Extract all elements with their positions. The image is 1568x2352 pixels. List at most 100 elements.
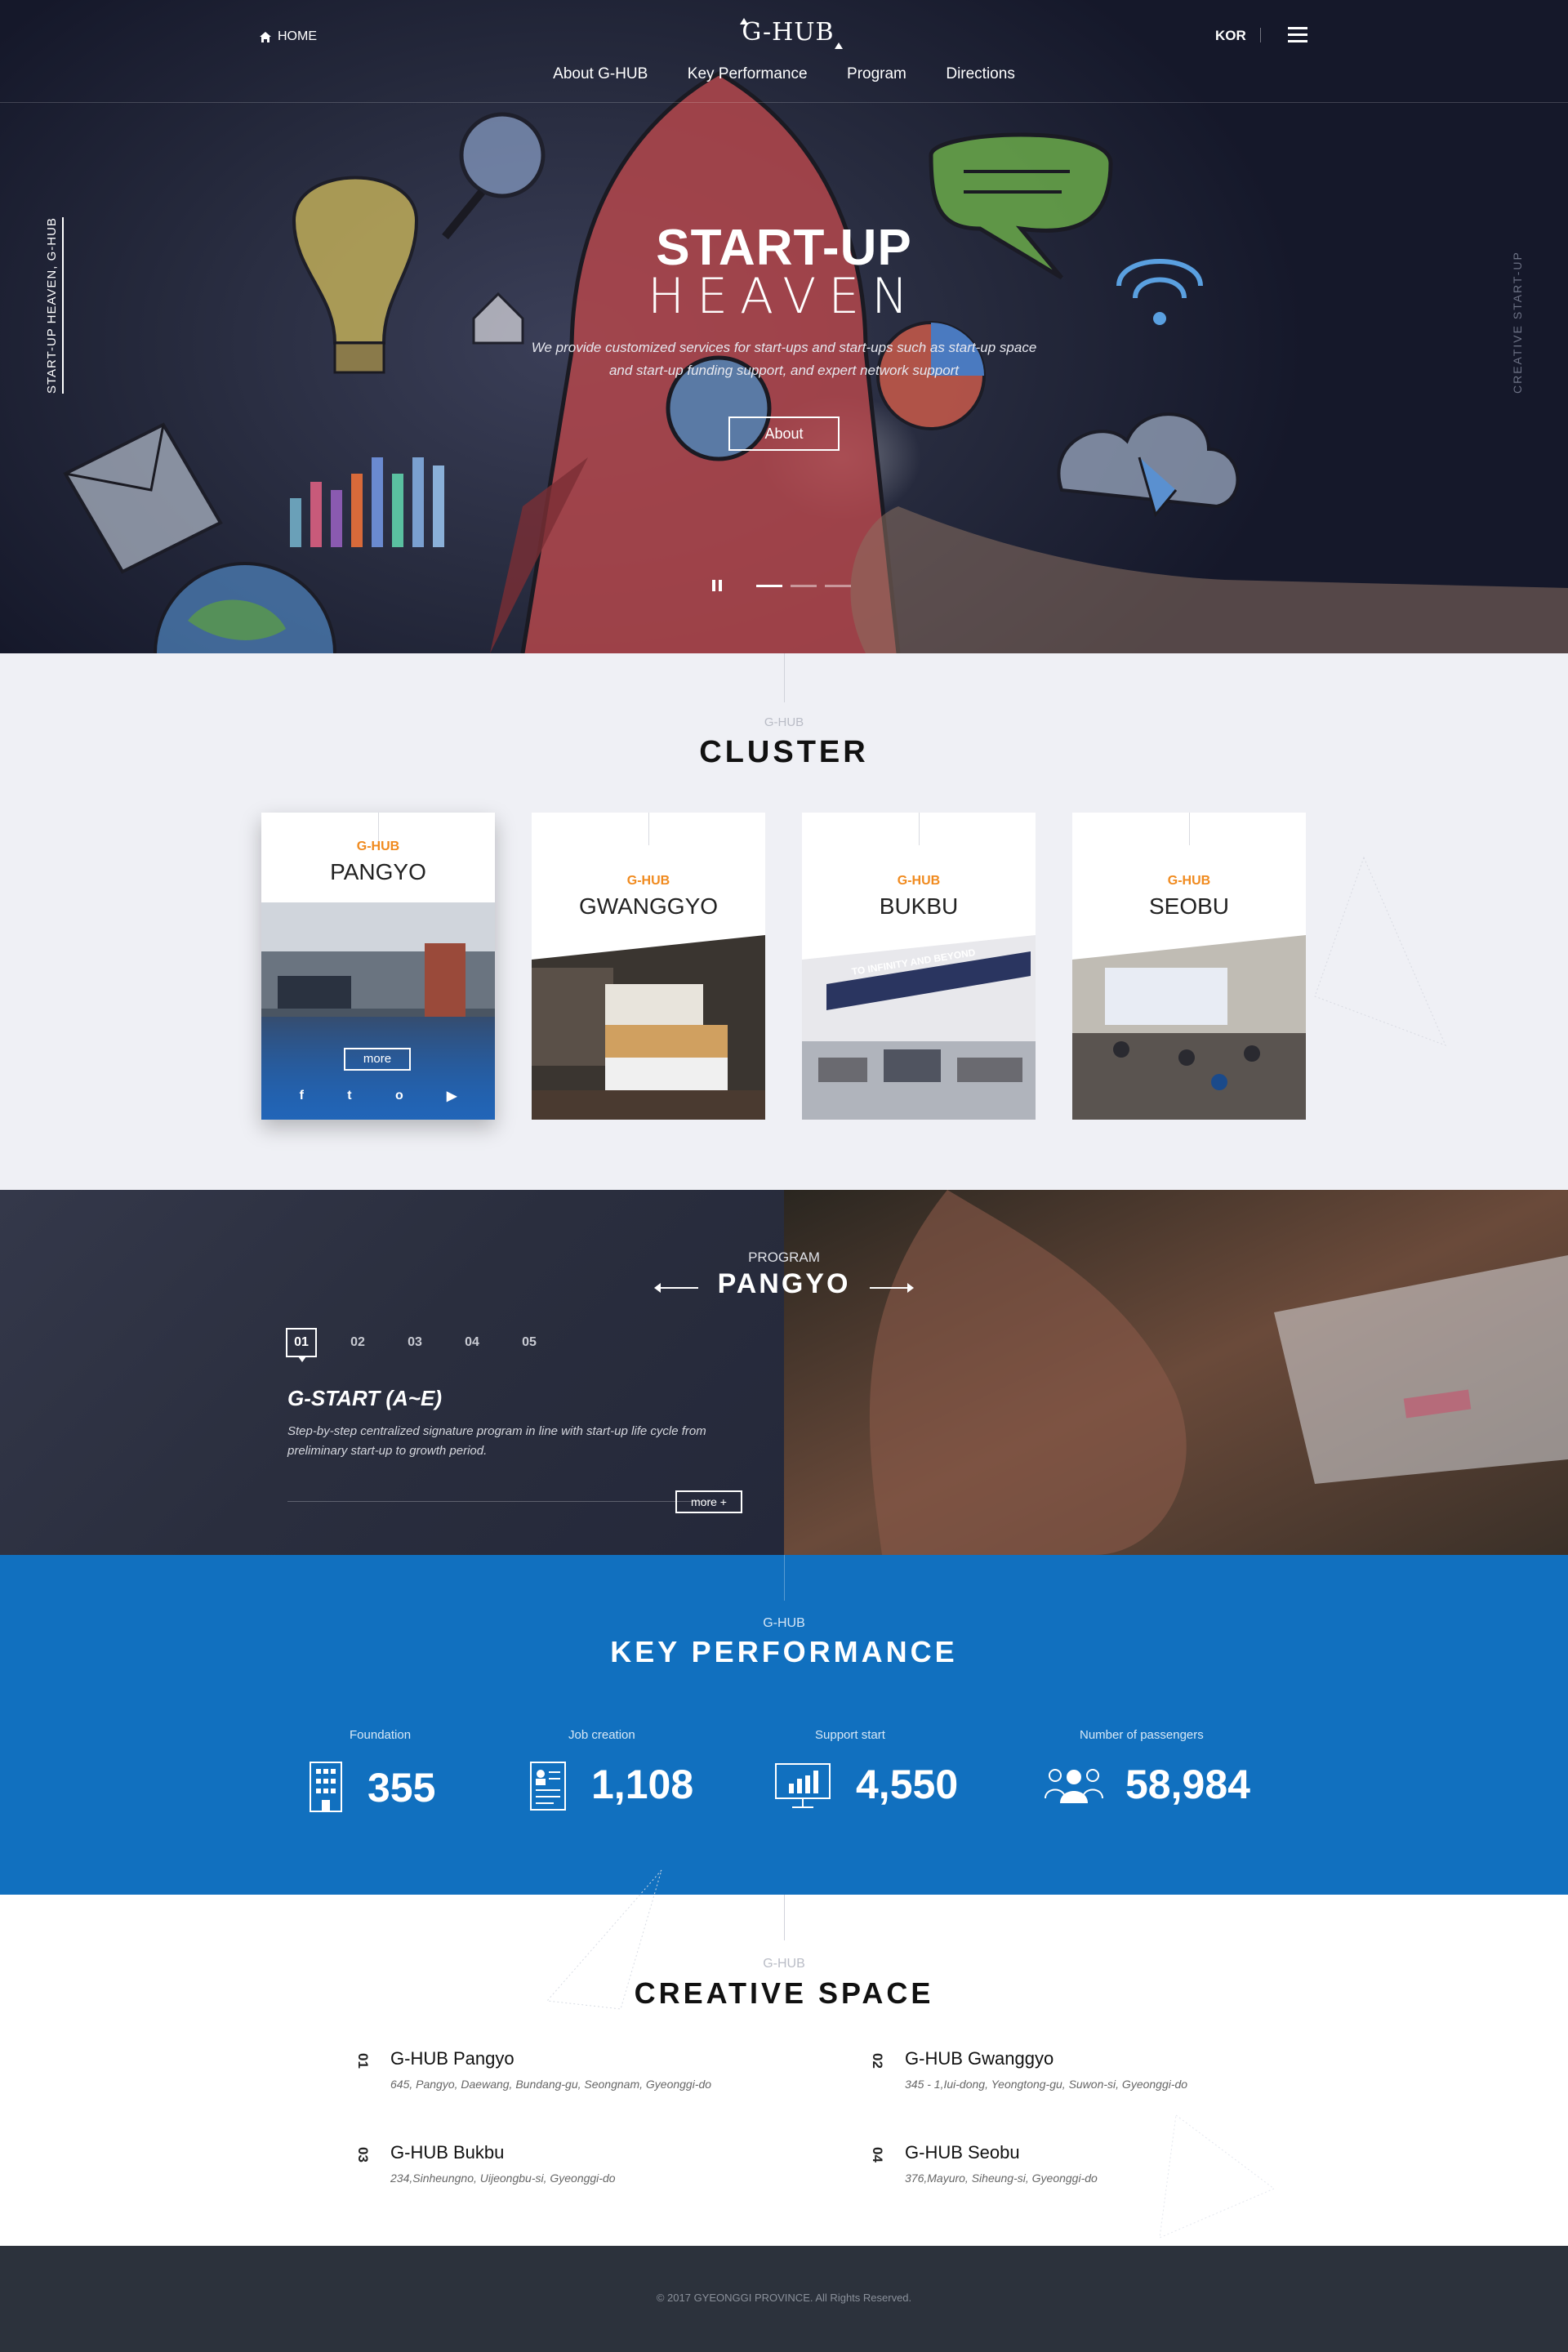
cluster-card-gwanggyo[interactable]: G-HUB GWANGGYO bbox=[532, 813, 765, 1120]
hamburger-menu-icon[interactable] bbox=[1288, 27, 1307, 43]
stat-value: 1,108 bbox=[591, 1762, 694, 1807]
slider-pager bbox=[712, 580, 851, 591]
section-divider-line bbox=[784, 653, 785, 702]
cluster-title: CLUSTER bbox=[699, 735, 869, 769]
location-address: 345 - 1,Iui-dong, Yeongtong-gu, Suwon-si… bbox=[905, 2078, 1188, 2091]
card-more-button[interactable]: more bbox=[344, 1048, 411, 1071]
program-tabs: 01 02 03 04 05 bbox=[286, 1328, 546, 1362]
section-divider-line bbox=[784, 1895, 785, 1940]
stat-label: Job creation bbox=[568, 1728, 635, 1742]
people-icon bbox=[1045, 1769, 1103, 1803]
key-performance-section bbox=[0, 1555, 1568, 1895]
slide-indicator-2[interactable] bbox=[791, 584, 817, 587]
facebook-icon[interactable]: f bbox=[300, 1089, 304, 1103]
cluster-card-pangyo[interactable]: G-HUB PANGYO bbox=[261, 813, 495, 1120]
program-description: Step-by-step centralized signature progr… bbox=[287, 1424, 706, 1458]
logo[interactable]: G-HUB bbox=[735, 18, 843, 49]
location-address: 234,Sinheungno, Uijeongbu-si, Gyeonggi-d… bbox=[390, 2172, 616, 2185]
card-title: SEOBU bbox=[1148, 893, 1230, 919]
location-bukbu: 03 G-HUB Bukbu 234,Sinheungno, Uijeongbu… bbox=[355, 2142, 616, 2185]
social-links: f t o ▶ bbox=[261, 1088, 495, 1104]
card-subtitle: G-HUB bbox=[1167, 874, 1211, 888]
location-number: 03 bbox=[355, 2147, 371, 2163]
card-subtitle: G-HUB bbox=[626, 874, 670, 888]
hero-title-line2: HEAVEN bbox=[647, 268, 921, 325]
stat-label: Number of passengers bbox=[1080, 1728, 1204, 1742]
home-link[interactable]: HOME bbox=[260, 29, 317, 44]
location-pangyo: 01 G-HUB Pangyo 645, Pangyo, Daewang, Bu… bbox=[355, 2048, 712, 2091]
program-section bbox=[0, 1190, 1568, 1555]
cluster-card-seobu[interactable]: G-HUB SEOBU bbox=[1072, 813, 1306, 1120]
program-tab-04[interactable]: 04 bbox=[456, 1328, 488, 1357]
home-label: HOME bbox=[278, 29, 317, 43]
creative-space-title: CREATIVE SPACE bbox=[634, 1976, 934, 2010]
arrow-right-icon[interactable] bbox=[870, 1283, 914, 1293]
youtube-icon[interactable]: ▶ bbox=[447, 1088, 457, 1104]
monitor-chart-icon bbox=[775, 1763, 831, 1808]
program-title: PANGYO bbox=[717, 1268, 851, 1299]
hero-description: We provide customized services for start… bbox=[531, 340, 1037, 378]
twitter-icon[interactable]: t bbox=[347, 1089, 351, 1103]
location-name[interactable]: G-HUB Seobu bbox=[905, 2142, 1098, 2163]
location-address: 376,Mayuro, Siheung-si, Gyeonggi-do bbox=[905, 2172, 1098, 2185]
section-divider-line bbox=[784, 1555, 785, 1601]
card-divider bbox=[919, 813, 920, 845]
program-tab-02[interactable]: 02 bbox=[341, 1328, 374, 1357]
nav-program[interactable]: Program bbox=[847, 65, 906, 83]
location-seobu: 04 G-HUB Seobu 376,Mayuro, Siheung-si, G… bbox=[870, 2142, 1098, 2185]
stat-value: 58,984 bbox=[1125, 1762, 1250, 1807]
creative-space-subtitle: G-HUB bbox=[763, 1957, 805, 1971]
location-name[interactable]: G-HUB Bukbu bbox=[390, 2142, 616, 2163]
gwanggyo-photo bbox=[532, 935, 765, 1120]
decorative-triangle bbox=[1314, 856, 1446, 1046]
location-number: 02 bbox=[870, 2053, 885, 2069]
stat-value: 4,550 bbox=[856, 1762, 959, 1807]
card-title: PANGYO bbox=[330, 859, 426, 884]
home-icon bbox=[260, 31, 271, 42]
instagram-icon[interactable]: o bbox=[395, 1089, 403, 1103]
kp-subtitle: G-HUB bbox=[763, 1616, 805, 1630]
card-divider bbox=[648, 813, 649, 845]
about-button[interactable]: About bbox=[728, 416, 840, 451]
location-address: 645, Pangyo, Daewang, Bundang-gu, Seongn… bbox=[390, 2078, 712, 2091]
copyright: © 2017 GYEONGGI PROVINCE. All Rights Res… bbox=[656, 2292, 912, 2304]
stat-label: Foundation bbox=[350, 1728, 412, 1742]
card-title: GWANGGYO bbox=[578, 893, 719, 919]
cluster-subtitle: G-HUB bbox=[764, 715, 804, 729]
stat-value: 355 bbox=[368, 1765, 436, 1811]
arrow-left-icon[interactable] bbox=[654, 1283, 698, 1293]
program-tab-01[interactable]: 01 bbox=[286, 1328, 317, 1362]
building-icon bbox=[310, 1762, 342, 1812]
location-name[interactable]: G-HUB Gwanggyo bbox=[905, 2048, 1187, 2069]
nav-directions[interactable]: Directions bbox=[946, 65, 1014, 83]
program-photo bbox=[784, 1190, 1568, 1555]
program-name: G-START (A~E) bbox=[287, 1386, 442, 1410]
location-name[interactable]: G-HUB Pangyo bbox=[390, 2048, 711, 2069]
slide-indicator-3[interactable] bbox=[825, 584, 851, 587]
program-subtitle: PROGRAM bbox=[748, 1250, 820, 1265]
logo-mark-left bbox=[740, 18, 748, 24]
header-bar bbox=[0, 0, 1568, 103]
nav-about[interactable]: About G-HUB bbox=[553, 65, 648, 83]
cluster-card-bukbu[interactable]: G-HUB BUKBU TO INFINITY AND BEYOND bbox=[802, 813, 1036, 1120]
slide-indicator-1[interactable] bbox=[756, 584, 782, 587]
document-icon bbox=[530, 1762, 566, 1811]
program-more-button[interactable]: more + bbox=[675, 1490, 742, 1513]
seobu-photo bbox=[1072, 935, 1306, 1120]
program-tab-03[interactable]: 03 bbox=[399, 1328, 431, 1357]
creative-space-section bbox=[0, 1895, 1568, 2246]
card-subtitle: G-HUB bbox=[356, 840, 400, 853]
program-left-panel bbox=[0, 1190, 784, 1555]
logo-mark-right bbox=[835, 42, 843, 49]
language-toggle[interactable]: KOR bbox=[1215, 28, 1246, 44]
location-number: 01 bbox=[355, 2053, 371, 2069]
decorative-triangle bbox=[1159, 2114, 1275, 2238]
kp-title: KEY PERFORMANCE bbox=[610, 1635, 958, 1668]
nav-key-performance[interactable]: Key Performance bbox=[688, 65, 808, 83]
location-number: 04 bbox=[870, 2147, 885, 2163]
pause-icon[interactable] bbox=[712, 580, 724, 591]
card-title: BUKBU bbox=[879, 893, 959, 919]
hero-section: HOME G-HUB KOR About G-HUB Key Performan… bbox=[0, 0, 1568, 653]
program-tab-05[interactable]: 05 bbox=[513, 1328, 546, 1357]
location-gwanggyo: 02 G-HUB Gwanggyo 345 - 1,Iui-dong, Yeon… bbox=[870, 2048, 1188, 2091]
